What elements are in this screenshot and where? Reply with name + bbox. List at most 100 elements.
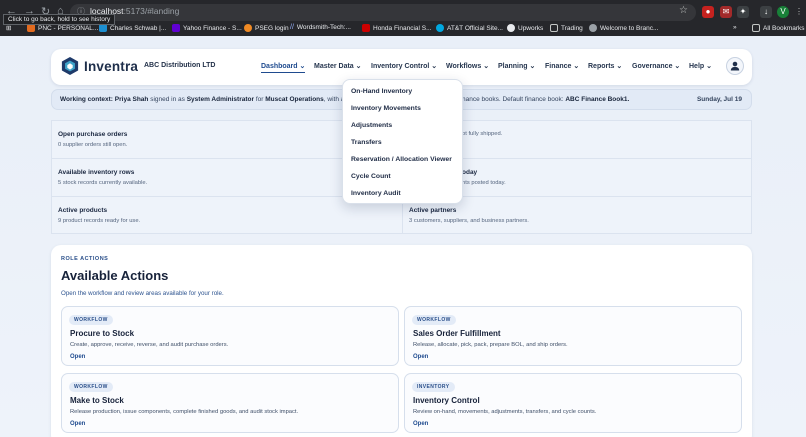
bookmark-item[interactable]: Yahoo Finance - S... [172,24,242,32]
url-path: :5173/#landing [123,6,180,16]
card-title: Make to Stock [70,396,124,405]
bookmark-item[interactable]: Upworks [507,24,543,32]
bookmark-item[interactable]: Trading [550,24,583,32]
dropdown-item-on-hand[interactable]: On-Hand Inventory [351,88,412,95]
dropdown-item-reservation[interactable]: Reservation / Allocation Viewer [351,156,452,163]
extension-mail-icon[interactable]: ✉ [720,6,732,18]
back-tooltip: Click to go back, hold to see history [3,14,116,25]
pnc-icon [27,24,35,32]
action-card-sales-order-fulfillment[interactable]: WORKFLOW Sales Order Fulfillment Release… [404,306,742,366]
all-bookmarks-label: All Bookmarks [763,24,805,32]
bookmarks-bar: ⊞ PNC - PERSONAL... Charles Schwab |... … [0,22,806,36]
card-open-link[interactable]: Open [413,421,428,427]
action-card-procure-to-stock[interactable]: WORKFLOW Procure to Stock Create, approv… [61,306,399,366]
chevron-down-icon: ⌄ [706,63,712,70]
action-card-inventory-control[interactable]: INVENTORY Inventory Control Review on-ha… [404,373,742,433]
stat-desc: nts posted today. [462,180,506,186]
bookmark-item[interactable]: //Wordsmith-Tech:... [290,24,351,31]
card-open-link[interactable]: Open [70,354,85,360]
pseg-icon [244,24,252,32]
dropdown-item-inventory-audit[interactable]: Inventory Audit [351,190,401,197]
bookmark-item[interactable]: Honda Financial S... [362,24,432,32]
card-tag: INVENTORY [412,382,455,392]
card-title: Inventory Control [413,396,480,405]
dropdown-item-movements[interactable]: Inventory Movements [351,105,421,112]
menu-finance[interactable]: Finance ⌄ [545,62,579,70]
card-open-link[interactable]: Open [70,421,85,427]
bookmark-item[interactable]: AT&T Official Site... [436,24,503,32]
download-icon[interactable]: ↓ [760,6,772,18]
stat-desc: 3 customers, suppliers, and business par… [409,218,529,224]
menu-dashboard[interactable]: Dashboard ⌄ [261,62,306,73]
user-avatar[interactable] [726,57,744,75]
chevron-down-icon: ⌄ [529,63,536,70]
menu-label: Dashboard [261,63,298,70]
upworks-icon [507,24,515,32]
apps-icon[interactable]: ⊞ [6,24,11,32]
dropdown-item-cycle-count[interactable]: Cycle Count [351,173,391,180]
menu-label: Finance [545,63,572,70]
all-bookmarks[interactable]: All Bookmarks [752,24,805,32]
card-title: Sales Order Fulfillment [413,329,501,338]
dropdown-item-transfers[interactable]: Transfers [351,139,382,146]
context-unit: Muscat Operations [265,96,324,103]
action-card-make-to-stock[interactable]: WORKFLOW Make to Stock Release productio… [61,373,399,433]
brand-name[interactable]: Inventra [84,59,138,74]
extension-red-icon[interactable]: ● [702,6,714,18]
context-role: System Administrator [186,96,255,103]
section-title: Available Actions [61,268,169,283]
context-prefix: Working context: [60,96,113,103]
card-tag: WORKFLOW [69,382,113,392]
context-date: Sunday, Jul 19 [696,96,742,103]
menu-master-data[interactable]: Master Data ⌄ [314,62,362,70]
extensions-puzzle-icon[interactable]: ✦ [737,6,749,18]
inventra-logo-icon [61,57,79,75]
card-desc: Create, approve, receive, reverse, and a… [70,342,229,348]
bookmark-label: AT&T Official Site... [447,24,503,32]
menu-label: Master Data [314,63,354,70]
browser-menu-icon[interactable]: ⋮ [793,6,805,18]
menu-label: Inventory Control [371,63,430,70]
profile-avatar[interactable]: V [777,6,789,18]
bookmark-item[interactable]: PNC - PERSONAL... [27,24,98,32]
menu-reports[interactable]: Reports ⌄ [588,62,622,70]
stat-available-inventory: Available inventory rows 5 stock records … [58,159,147,196]
context-finance-book: ABC Finance Book1. [565,96,630,103]
bookmark-star-icon[interactable]: ☆ [679,5,688,16]
card-desc: Release production, issue components, co… [70,409,299,415]
user-icon [730,61,740,71]
card-open-link[interactable]: Open [413,354,428,360]
bookmark-item[interactable]: PSEG login [244,24,289,32]
schwab-icon [99,24,107,32]
stat-desc: ot fully shipped. [462,131,503,137]
stat-active-products: Active products 9 product records ready f… [58,197,140,234]
menu-label: Workflows [446,63,482,70]
chevron-down-icon: ⌄ [483,63,490,70]
bookmark-label: Trading [561,24,583,32]
context-tail: nance books. Default finance book: ABC F… [462,96,629,103]
yahoo-icon [172,24,180,32]
menu-help[interactable]: Help ⌄ [689,62,712,70]
bookmark-label: Wordsmith-Tech:... [296,24,351,31]
card-tag: WORKFLOW [412,315,456,325]
context-text: Working context: Priya Shah signed in as… [60,96,354,103]
context-for: for [255,96,264,103]
menu-workflows[interactable]: Workflows ⌄ [446,62,489,70]
menu-inventory-control[interactable]: Inventory Control ⌄ [371,62,437,70]
bookmark-item[interactable]: Welcome to Branc... [589,24,658,32]
menu-governance[interactable]: Governance ⌄ [632,62,680,70]
bookmark-label: Charles Schwab |... [110,24,167,32]
context-user: Priya Shah [114,96,149,103]
bookmarks-overflow[interactable]: » [733,24,737,31]
chevron-down-icon: ⌄ [573,63,580,70]
folder-icon [550,24,558,32]
dropdown-item-adjustments[interactable]: Adjustments [351,122,392,129]
role-actions-panel: ROLE ACTIONS Available Actions Open the … [51,245,752,437]
stat-label: Active products [58,207,108,214]
menu-planning[interactable]: Planning ⌄ [498,62,535,70]
stat-label: Active partners [409,207,457,214]
address-bar[interactable]: ⓘ localhost:5173/#landing ☆ [70,4,696,21]
menu-label: Governance [632,63,673,70]
bookmark-item[interactable]: Charles Schwab |... [99,24,166,32]
chevron-down-icon: ⌄ [616,63,623,70]
